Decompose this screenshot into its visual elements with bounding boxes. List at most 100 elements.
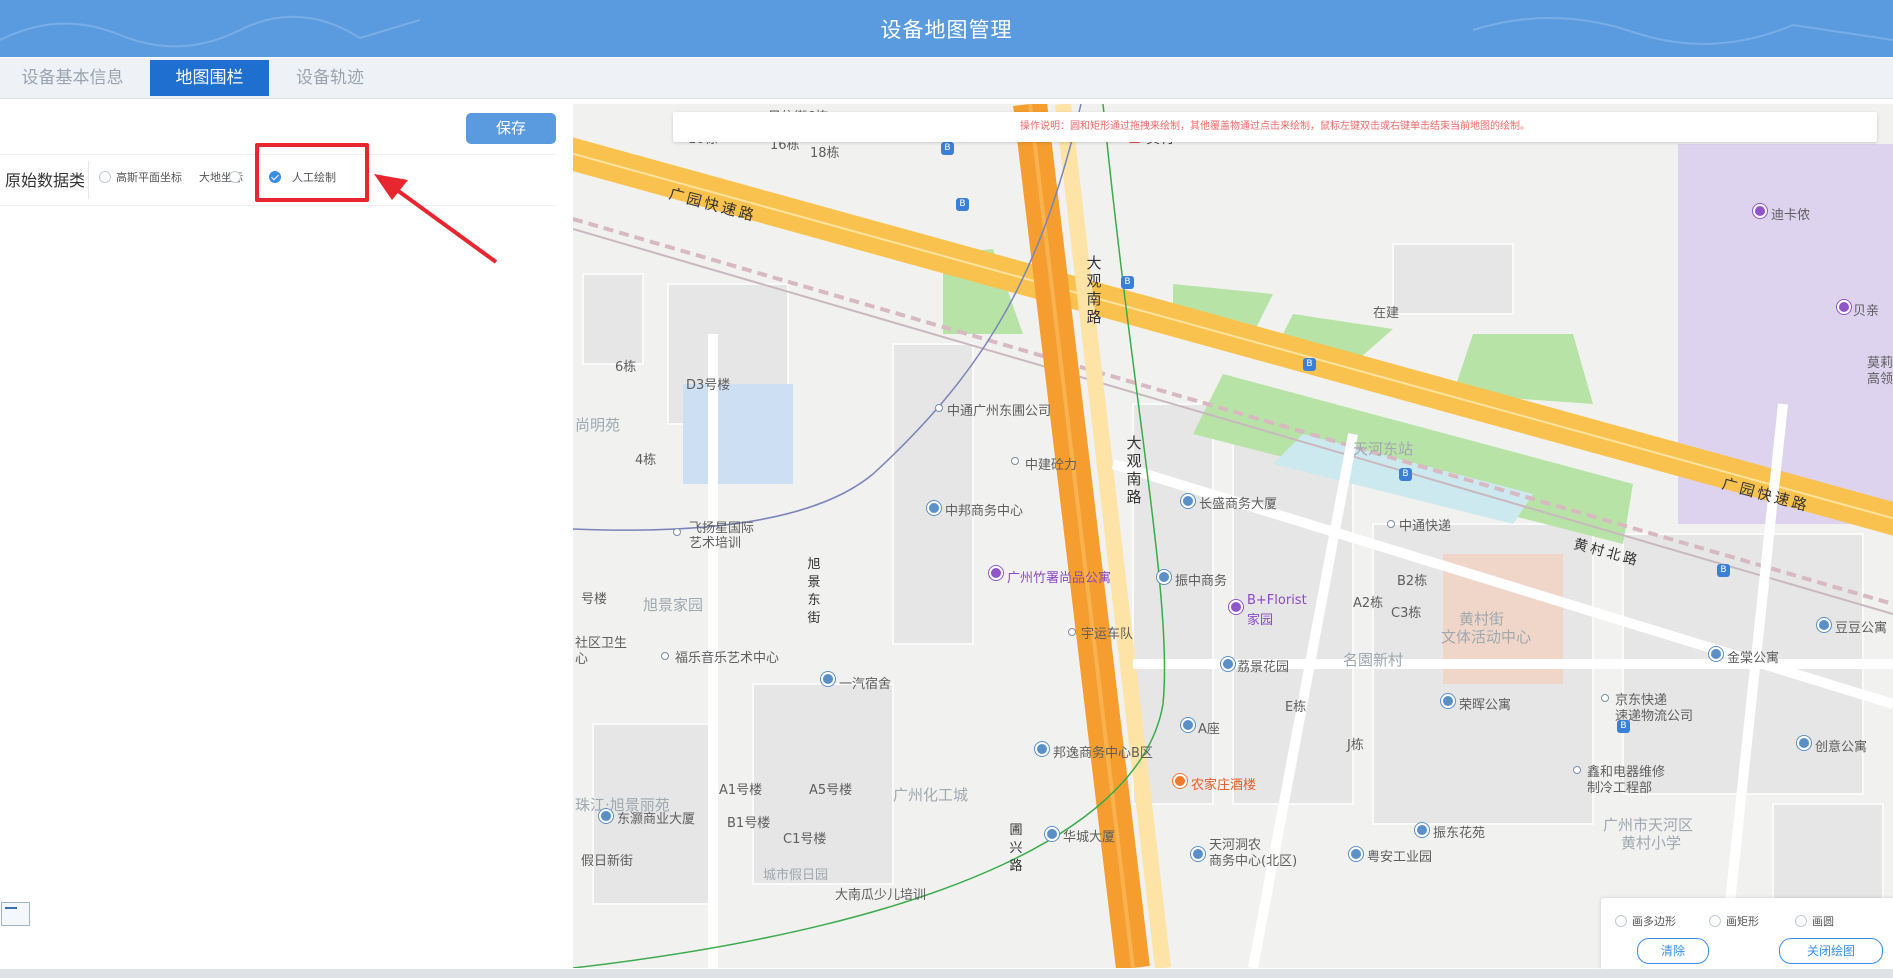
poi-pin-icon[interactable] <box>927 501 941 515</box>
bus-stop-icon[interactable]: B <box>1617 720 1630 733</box>
poi-pin-icon[interactable] <box>1709 647 1723 661</box>
poi-pin-icon[interactable] <box>1181 718 1195 732</box>
map-label: 商务中心(北区) <box>1209 854 1298 869</box>
tab-device-track[interactable]: 设备轨迹 <box>272 60 388 96</box>
poi-pin-icon[interactable] <box>1753 204 1767 218</box>
save-button[interactable]: 保存 <box>466 113 556 144</box>
map-label: C1号楼 <box>783 832 827 847</box>
poi-pin-icon[interactable] <box>1181 494 1195 508</box>
poi-pin-icon[interactable] <box>1797 736 1811 750</box>
poi-dot-icon[interactable] <box>1011 457 1019 465</box>
poi-pin-icon[interactable] <box>1837 300 1851 314</box>
tab-device-info[interactable]: 设备基本信息 <box>0 60 145 96</box>
source-type-label: 原始数据类 <box>5 171 86 190</box>
highlight-box <box>255 143 369 202</box>
poi-pin-icon[interactable] <box>599 809 613 823</box>
map-label: 中邦商务中心 <box>945 504 1024 519</box>
radio-circle-icon <box>1615 915 1627 927</box>
radio-gauss[interactable]: 高斯平面坐标 <box>99 168 182 186</box>
red-arrow-annotation <box>374 174 498 264</box>
map-label: 中建砼力 <box>1025 458 1078 473</box>
map-label: 迪卡侬 <box>1771 208 1811 223</box>
poi-pin-icon[interactable] <box>1229 600 1243 614</box>
map-label: 华城大厦 <box>1063 830 1116 845</box>
map-label: A5号楼 <box>809 783 853 798</box>
poi-pin-icon[interactable] <box>821 672 835 686</box>
poi-dot-icon[interactable] <box>1068 628 1076 636</box>
map-label: D3号楼 <box>686 378 731 393</box>
map-label: 心 <box>575 652 589 667</box>
radio-draw-rectangle-label: 画矩形 <box>1726 915 1759 928</box>
drawing-instructions: 操作说明：圆和矩形通过拖拽来绘制，其他覆盖物通过点击来绘制，鼠标左键双击或右键单… <box>673 112 1877 142</box>
poi-dot-icon[interactable] <box>1387 520 1395 528</box>
drawing-tools-panel: 画多边形 画矩形 画圆 清除 关闭绘图 <box>1601 898 1893 970</box>
poi-dot-icon[interactable] <box>1573 766 1581 774</box>
map-label: 粤安工业园 <box>1367 850 1433 865</box>
map-label: 尚明苑 <box>575 416 621 434</box>
radio-draw-rectangle[interactable]: 画矩形 <box>1709 912 1759 930</box>
poi-pin-icon[interactable] <box>1221 657 1235 671</box>
header-decoration-right <box>1473 17 1893 45</box>
poi-pin-icon[interactable] <box>1035 742 1049 756</box>
close-drawing-button[interactable]: 关闭绘图 <box>1779 938 1883 964</box>
map-label: 广州化工城 <box>893 786 969 804</box>
map-label: B+Florist <box>1247 593 1307 608</box>
road-label: 圃兴路 <box>1009 823 1023 874</box>
bottom-scrollbar[interactable] <box>0 969 1893 978</box>
map-label: 城市假日园 <box>763 868 829 883</box>
map-label: 创意公寓 <box>1815 740 1868 755</box>
radio-draw-polygon-label: 画多边形 <box>1632 915 1676 928</box>
map-label: 号楼 <box>581 592 608 607</box>
poi-pin-icon[interactable] <box>989 566 1003 580</box>
tab-bar: 设备基本信息 地图围栏 设备轨迹 <box>0 58 1893 99</box>
bus-stop-icon[interactable]: B <box>1717 564 1730 577</box>
bus-stop-icon[interactable]: B <box>1303 358 1316 371</box>
poi-pin-icon[interactable] <box>1817 618 1831 632</box>
map-canvas[interactable]: 10栋 风信街6栋 16栋 18栋 广园快速路 广园快速路 大观南路 大观南路 … <box>573 104 1893 968</box>
map-label: 在建 <box>1373 306 1400 321</box>
radio-circle-icon <box>1709 915 1721 927</box>
poi-pin-icon[interactable] <box>1349 847 1363 861</box>
clear-button[interactable]: 清除 <box>1637 938 1709 964</box>
map-label: 宇运车队 <box>1081 627 1134 642</box>
map-label: 家园 <box>1247 613 1274 628</box>
map-label: 假日新街 <box>581 854 634 869</box>
radio-circle-icon <box>1795 915 1807 927</box>
header-decoration-left <box>0 15 420 48</box>
poi-pin-icon[interactable] <box>1441 694 1455 708</box>
map-label: 金棠公寓 <box>1727 651 1780 666</box>
app-header: 设备地图管理 <box>0 0 1893 57</box>
bus-stop-icon[interactable]: B <box>956 198 969 211</box>
bus-stop-icon[interactable]: B <box>1399 468 1412 481</box>
map-label: 广州竹署尚品公寓 <box>1007 571 1112 586</box>
map-label: 名園新村 <box>1343 651 1404 669</box>
tab-map-fence[interactable]: 地图围栏 <box>150 60 269 96</box>
bus-stop-icon[interactable]: B <box>941 142 954 155</box>
map-label: 荔景花园 <box>1237 660 1290 675</box>
poi-dot-icon[interactable] <box>661 652 669 660</box>
radio-circle-icon <box>229 171 241 183</box>
thumbnail-icon[interactable] <box>1 902 30 926</box>
poi-pin-icon[interactable] <box>1157 570 1171 584</box>
map-label: A1号楼 <box>719 783 763 798</box>
poi-dot-icon[interactable] <box>1601 694 1609 702</box>
poi-dot-icon[interactable] <box>673 528 681 536</box>
poi-dot-icon[interactable] <box>935 404 943 412</box>
map-label: 高领 <box>1867 372 1893 387</box>
map-label: 18栋 <box>810 146 840 161</box>
poi-pin-icon[interactable] <box>1173 774 1187 788</box>
map-label: B2栋 <box>1397 574 1428 589</box>
poi-pin-icon[interactable] <box>1045 827 1059 841</box>
radio-draw-circle[interactable]: 画圆 <box>1795 912 1834 930</box>
map-label: J栋 <box>1347 738 1364 753</box>
map-label: 豆豆公寓 <box>1835 621 1888 636</box>
map-label: 福乐音乐艺术中心 <box>675 651 780 666</box>
radio-draw-polygon[interactable]: 画多边形 <box>1615 912 1676 930</box>
poi-pin-icon[interactable] <box>1415 823 1429 837</box>
poi-pin-icon[interactable] <box>1191 847 1205 861</box>
map-label: E栋 <box>1285 700 1307 715</box>
map-label: 一汽宿舍 <box>839 677 892 692</box>
map-label: 东灏商业大厦 <box>617 812 696 827</box>
bus-stop-icon[interactable]: B <box>1121 276 1134 289</box>
radio-draw-circle-label: 画圆 <box>1812 915 1834 928</box>
